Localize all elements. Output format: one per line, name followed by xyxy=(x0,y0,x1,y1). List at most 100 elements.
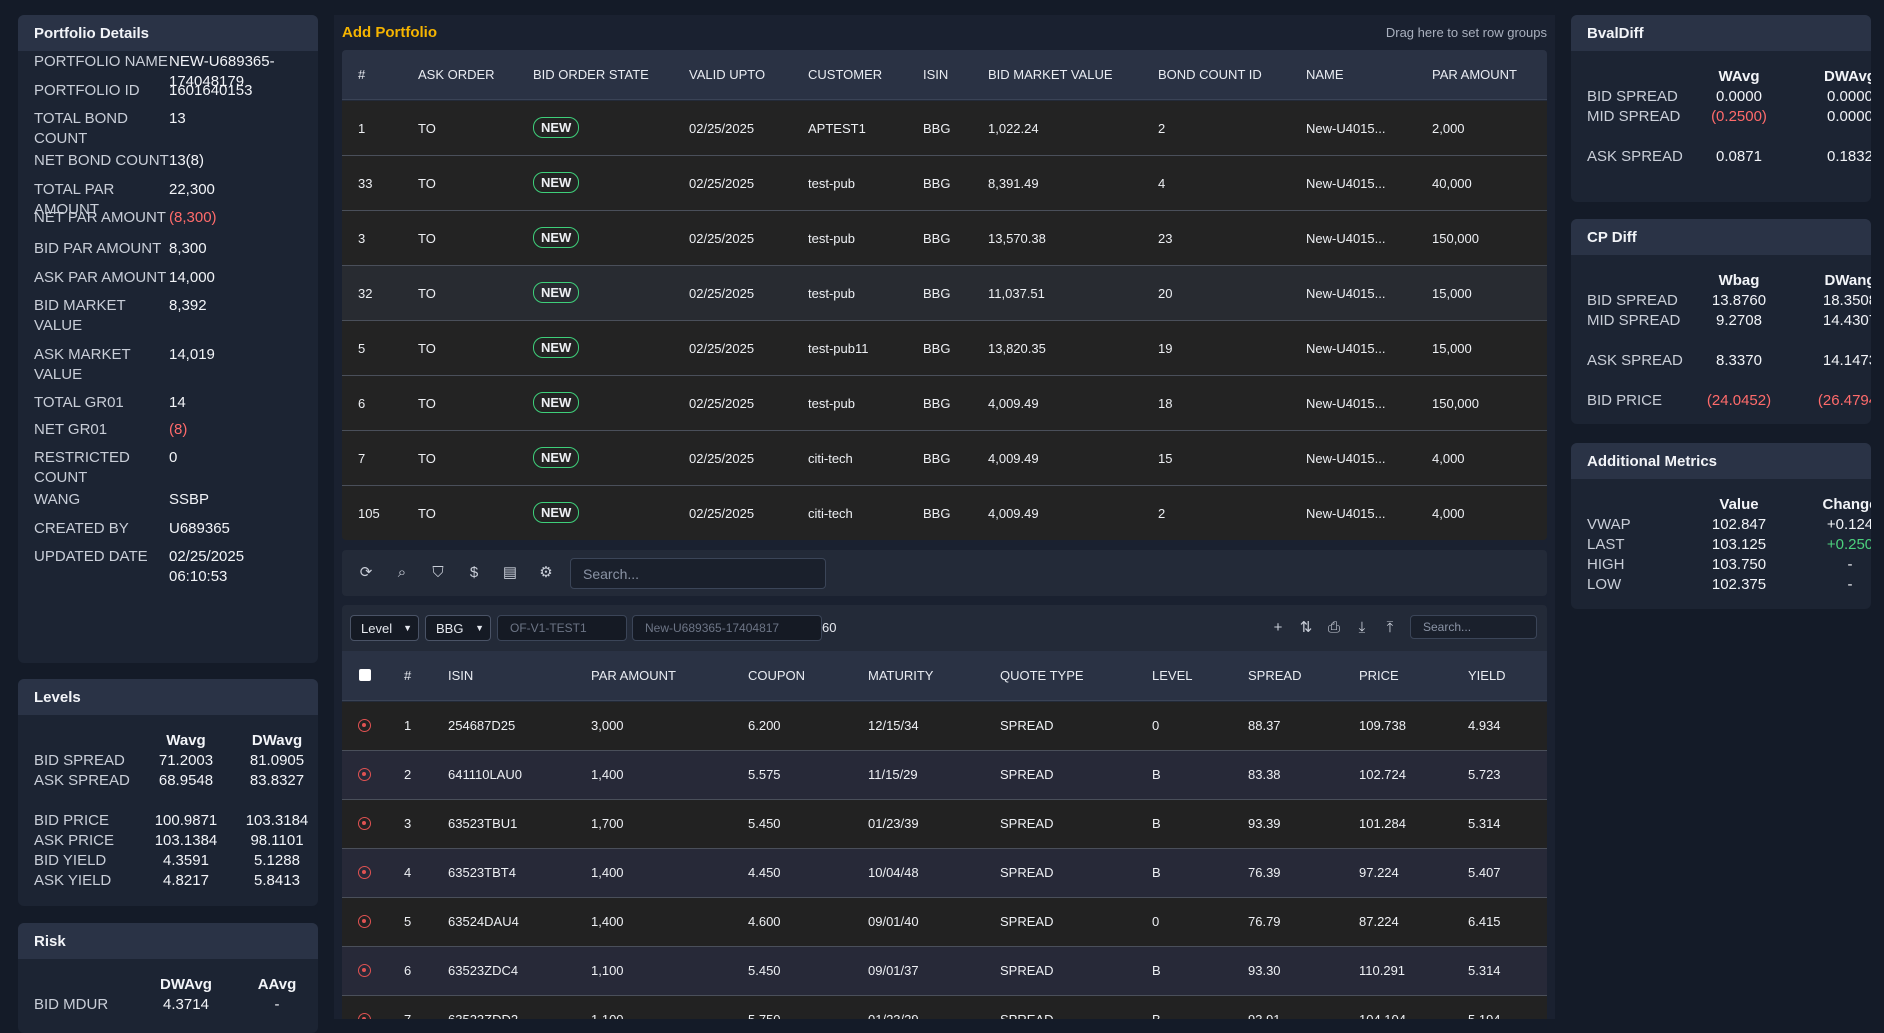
status-ring-icon[interactable] xyxy=(358,866,371,879)
bonds-cell: SPREAD xyxy=(1000,1012,1053,1019)
bonds-col-header[interactable]: SPREAD xyxy=(1248,668,1301,683)
portfolio-field-label: ASK PAR AMOUNT xyxy=(34,269,167,286)
portfolio-field-label: BID MARKET VALUE xyxy=(34,297,126,334)
levels-row-value-1: 103.1384 xyxy=(154,832,218,849)
dollar-icon[interactable]: $ xyxy=(464,563,484,583)
status-ring-icon[interactable] xyxy=(358,719,371,732)
portfolio-field-label: TOTAL BOND COUNT xyxy=(34,110,128,147)
orders-col-header[interactable]: ISIN xyxy=(923,67,948,82)
bonds-search-input[interactable]: Search... xyxy=(1410,615,1537,639)
order-state-badge: NEW xyxy=(533,227,580,248)
bonds-col-header[interactable]: PRICE xyxy=(1359,668,1399,683)
bonds-col-header[interactable]: PAR AMOUNT xyxy=(591,668,676,683)
orders-cell: 13,570.38 xyxy=(988,231,1046,246)
orders-cell: BBG xyxy=(923,231,951,246)
source-select[interactable]: BBG ▼ xyxy=(425,615,491,641)
filter-input-2[interactable]: New-U689365-17404817 xyxy=(632,615,822,641)
bonds-col-header[interactable]: QUOTE TYPE xyxy=(1000,668,1084,683)
orders-cell: TO xyxy=(418,451,436,466)
search-icon[interactable]: ⌕ xyxy=(392,563,412,583)
orders-cell: TO xyxy=(418,506,436,521)
orders-col-header[interactable]: PAR AMOUNT xyxy=(1432,67,1517,82)
bonds-row[interactable]: 4 63523TBT4 1,400 4.450 10/04/48 SPREAD B 76.39… xyxy=(342,849,1547,898)
portfolio-field-value: SSBP xyxy=(169,491,210,508)
shield-icon[interactable]: ⛉ xyxy=(428,563,448,583)
risk-row-value-2: - xyxy=(274,996,280,1013)
status-ring-icon[interactable] xyxy=(358,768,371,781)
bonds-cell: 4.934 xyxy=(1468,718,1501,733)
orders-cell: 4,000 xyxy=(1432,451,1465,466)
orders-col-header[interactable]: VALID UPTO xyxy=(689,67,765,82)
orders-col-header[interactable]: ASK ORDER xyxy=(418,67,495,82)
portfolio-details-title: Portfolio Details xyxy=(18,15,318,51)
bonds-cell: 5.194 xyxy=(1468,1012,1501,1019)
bonds-cell: 83.38 xyxy=(1248,767,1281,782)
sort-icon[interactable]: ⇅ xyxy=(1296,618,1316,638)
bonds-col-header[interactable]: # xyxy=(404,668,411,683)
status-ring-icon[interactable] xyxy=(358,1013,371,1019)
orders-row[interactable]: 7 TO NEW 02/25/2025 citi-tech BBG 4,009.49 15 Ne… xyxy=(342,431,1547,486)
orders-row[interactable]: 32 TO NEW 02/25/2025 test-pub BBG 11,037.51 20 N… xyxy=(342,266,1547,321)
row-group-drop-zone[interactable]: Drag here to set row groups xyxy=(1386,25,1547,40)
level-select[interactable]: Level ▼ xyxy=(350,615,419,641)
bonds-col-header[interactable]: ISIN xyxy=(448,668,473,683)
orders-row[interactable]: 5 TO NEW 02/25/2025 test-pub11 BBG 13,820.35 19… xyxy=(342,321,1547,376)
orders-cell: 02/25/2025 xyxy=(689,396,755,411)
document-icon[interactable]: ▤ xyxy=(500,563,520,583)
orders-row[interactable]: 33 TO NEW 02/25/2025 test-pub BBG 8,391.49 4 New… xyxy=(342,156,1547,211)
orders-col-header[interactable]: BID ORDER STATE xyxy=(533,67,649,82)
levels-row-label: ASK YIELD xyxy=(34,872,112,889)
order-state-badge: NEW xyxy=(533,282,580,303)
portfolio-field-value: 02/25/2025 06:10:53 xyxy=(169,548,245,585)
add-portfolio-link[interactable]: Add Portfolio xyxy=(342,24,437,41)
metrics-row-value-1: 103.125 xyxy=(1711,536,1767,553)
print-icon[interactable]: ⎙ xyxy=(1324,618,1344,638)
orders-row[interactable]: 105 TO NEW 02/25/2025 citi-tech BBG 4,009.49 2 N… xyxy=(342,486,1547,540)
bonds-col-header[interactable]: LEVEL xyxy=(1152,668,1192,683)
bonds-row[interactable]: 1 254687D25 3,000 6.200 12/15/34 SPREAD 0 88.37… xyxy=(342,702,1547,751)
bonds-row[interactable]: 3 63523TBU1 1,700 5.450 01/23/39 SPREAD B 93.39… xyxy=(342,800,1547,849)
orders-cell: 02/25/2025 xyxy=(689,341,755,356)
orders-row[interactable]: 1 TO NEW 02/25/2025 APTEST1 BBG 1,022.24 2 New-U… xyxy=(342,101,1547,156)
portfolio-field-label: CREATED BY xyxy=(34,520,129,537)
orders-row[interactable]: 3 TO NEW 02/25/2025 test-pub BBG 13,570.38 23 Ne… xyxy=(342,211,1547,266)
levels-row-value-2: 81.0905 xyxy=(249,752,305,769)
orders-col-header[interactable]: # xyxy=(358,67,365,82)
levels-row-value-2: 98.1101 xyxy=(250,832,304,849)
refresh-icon[interactable]: ⟳ xyxy=(356,563,376,583)
bonds-row[interactable]: 7 63523ZDD2 1,100 5.750 01/23/29 SPREAD B 93.91… xyxy=(342,996,1547,1019)
orders-cell: TO xyxy=(418,286,436,301)
status-ring-icon[interactable] xyxy=(358,964,371,977)
bonds-cell: 63523TBT4 xyxy=(448,865,516,880)
orders-col-header[interactable]: NAME xyxy=(1306,67,1344,82)
orders-row[interactable]: 6 TO NEW 02/25/2025 test-pub BBG 4,009.49 18 New… xyxy=(342,376,1547,431)
bonds-col-header[interactable]: MATURITY xyxy=(868,668,933,683)
orders-col-header[interactable]: BID MARKET VALUE xyxy=(988,67,1113,82)
toolbar-search-input[interactable]: Search... xyxy=(570,558,826,589)
orders-col-header[interactable]: BOND COUNT ID xyxy=(1158,67,1262,82)
gear-icon[interactable]: ⚙ xyxy=(536,563,556,583)
levels-row-value-1: 68.9548 xyxy=(158,772,214,789)
bonds-row[interactable]: 6 63523ZDC4 1,100 5.450 09/01/37 SPREAD B 93.30… xyxy=(342,947,1547,996)
cpdiff-row-value-1: 9.2708 xyxy=(1716,312,1762,329)
status-ring-icon[interactable] xyxy=(358,915,371,928)
bvaldiff-row-value-2: 0.1832 xyxy=(1827,148,1871,165)
plus-icon[interactable]: + xyxy=(1268,618,1288,638)
status-ring-icon[interactable] xyxy=(358,817,371,830)
upload-icon[interactable]: ⤒ xyxy=(1380,618,1400,638)
download-icon[interactable]: ⤓ xyxy=(1352,618,1372,638)
filter-input-1[interactable]: OF-V1-TEST1 xyxy=(497,615,627,641)
bonds-col-header[interactable]: YIELD xyxy=(1468,668,1506,683)
bvaldiff-title: BvalDiff xyxy=(1571,15,1871,51)
orders-col-header[interactable]: CUSTOMER xyxy=(808,67,882,82)
select-all-checkbox[interactable] xyxy=(359,669,371,681)
portfolio-field-value: U689365 xyxy=(169,520,230,537)
bonds-row[interactable]: 2 641110LAU0 1,400 5.575 11/15/29 SPREAD B 83.3… xyxy=(342,751,1547,800)
bonds-cell: 09/01/37 xyxy=(868,963,919,978)
bonds-cell: 1,400 xyxy=(591,767,624,782)
bonds-cell: 5.450 xyxy=(748,816,781,831)
bonds-col-header[interactable]: COUPON xyxy=(748,668,805,683)
bonds-cell: 1,400 xyxy=(591,865,624,880)
bonds-row[interactable]: 5 63524DAU4 1,400 4.600 09/01/40 SPREAD 0 76.79… xyxy=(342,898,1547,947)
orders-cell: 5 xyxy=(358,341,366,356)
